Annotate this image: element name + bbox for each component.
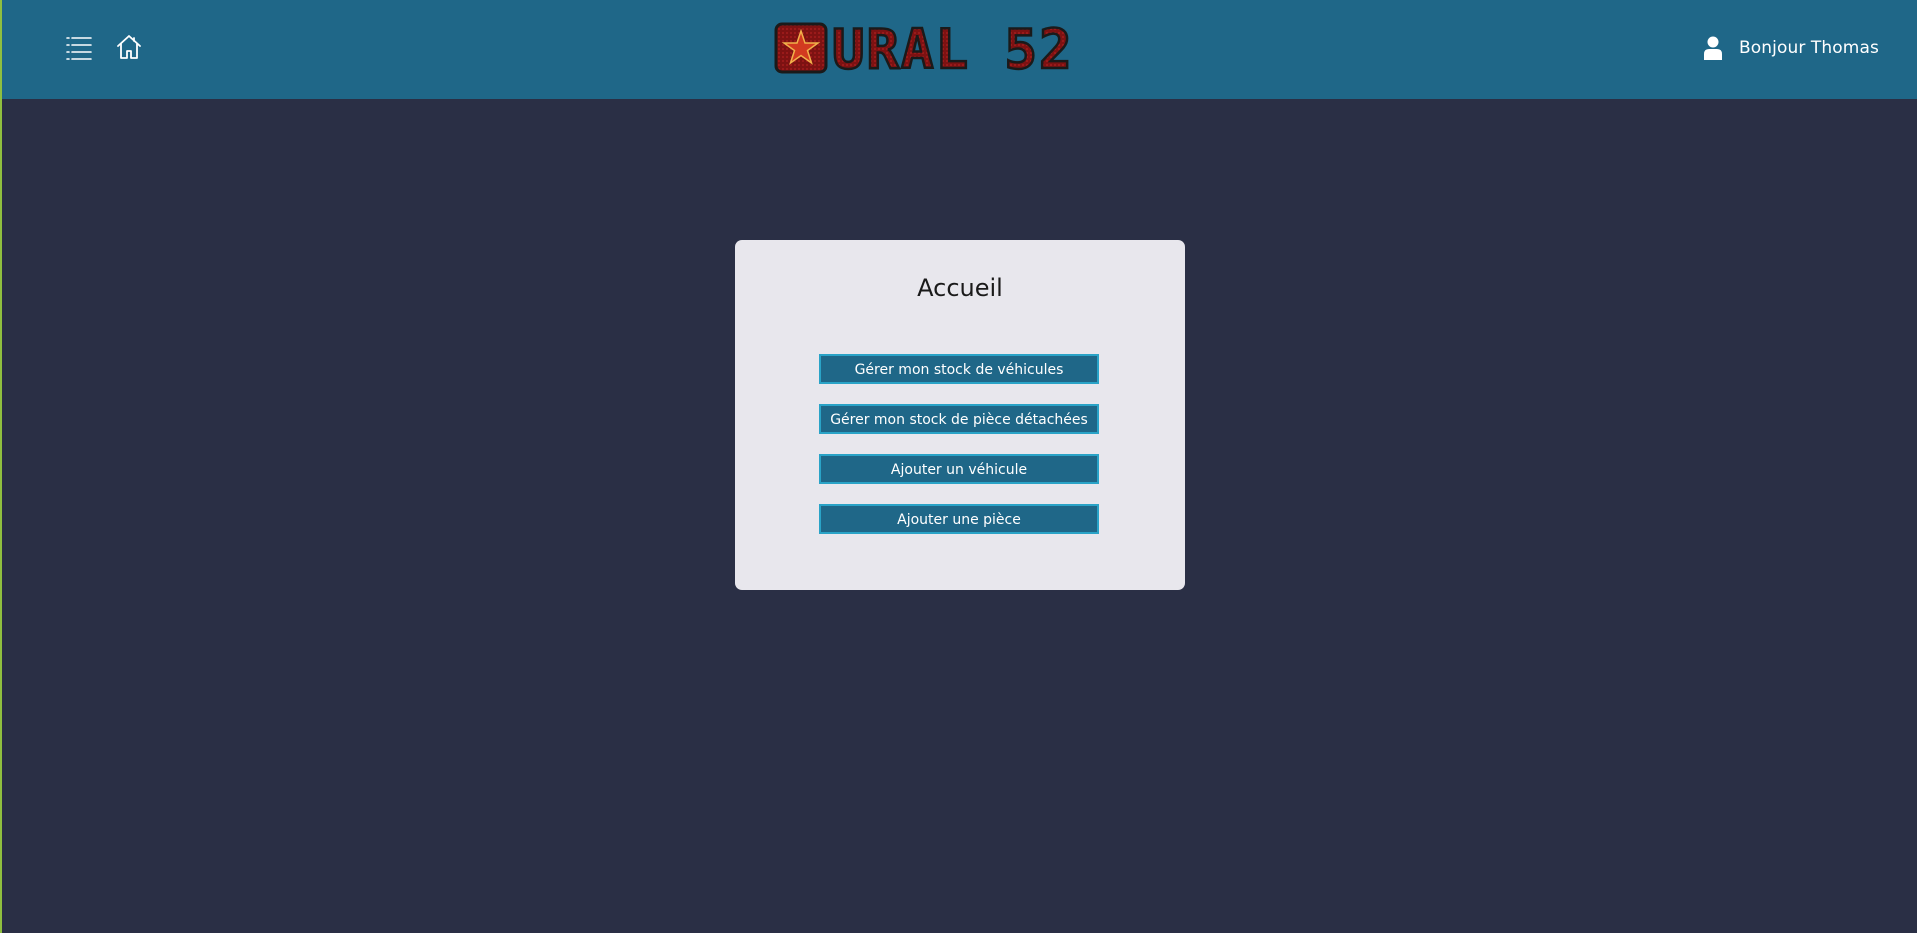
user-icon[interactable] xyxy=(1702,36,1724,60)
top-header: URAL 52 Bonjour Thomas xyxy=(2,0,1917,99)
brand-logo[interactable]: URAL 52 xyxy=(774,17,1110,82)
manage-parts-stock-button[interactable]: Gérer mon stock de pièce détachées xyxy=(819,404,1099,434)
manage-vehicle-stock-button[interactable]: Gérer mon stock de véhicules xyxy=(819,354,1099,384)
home-card: Accueil Gérer mon stock de véhicules Gér… xyxy=(735,240,1185,590)
add-vehicle-button[interactable]: Ajouter un véhicule xyxy=(819,454,1099,484)
user-greeting[interactable]: Bonjour Thomas xyxy=(1739,38,1879,58)
page-title: Accueil xyxy=(917,274,1003,302)
svg-text:URAL 52: URAL 52 xyxy=(832,20,1074,76)
left-accent-stripe xyxy=(0,0,2,933)
menu-list-icon[interactable] xyxy=(65,34,93,62)
home-icon[interactable] xyxy=(115,33,143,61)
add-part-button[interactable]: Ajouter une pièce xyxy=(819,504,1099,534)
